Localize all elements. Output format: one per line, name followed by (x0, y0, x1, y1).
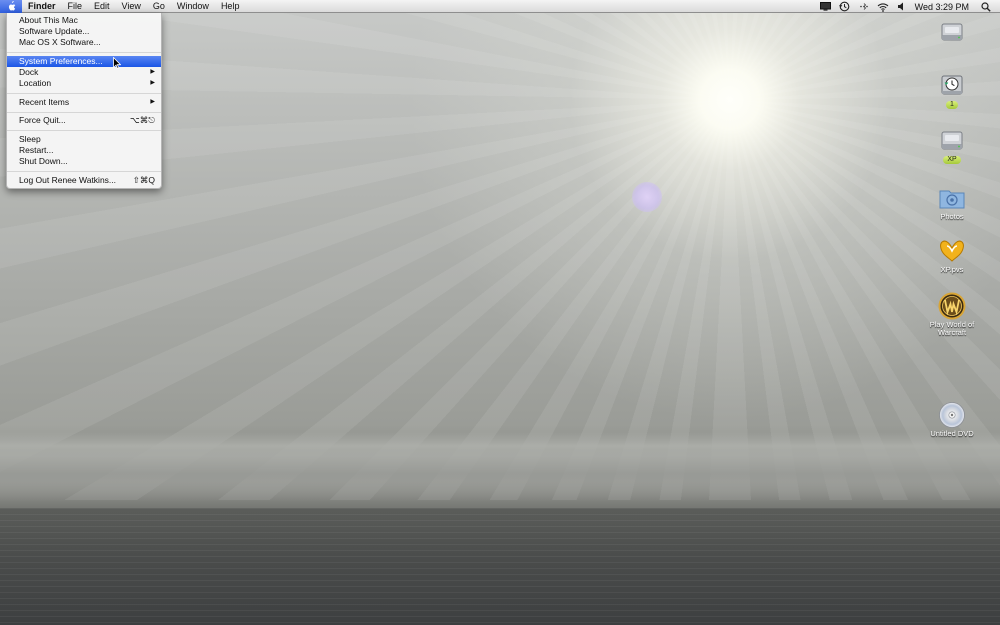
time-machine-drive-icon (938, 72, 966, 100)
cloud-band (0, 432, 1000, 502)
menu-item-label: Dock (19, 67, 39, 77)
menu-item-about-this-mac[interactable]: About This Mac (7, 15, 161, 26)
apple-menu-icon[interactable] (0, 0, 22, 13)
mouse-cursor-icon (113, 57, 121, 69)
hard-drive-icon (938, 18, 966, 46)
photos-folder-icon (938, 184, 966, 212)
menu-finder[interactable]: Finder (22, 0, 62, 13)
display-icon[interactable] (820, 1, 832, 13)
menu-item-label: System Preferences... (19, 56, 103, 66)
menu-item-label: Location (19, 78, 52, 88)
apple-menu-dropdown: About This Mac Software Update... Mac OS… (6, 13, 162, 189)
menu-item-label: Mac OS X Software... (19, 37, 101, 47)
drive-label-badge: XP (943, 156, 961, 164)
desktop-icon-label: Untitled DVD (930, 429, 974, 438)
menu-item-dock[interactable]: Dock ▶ (7, 67, 161, 78)
menu-go[interactable]: Go (147, 0, 171, 13)
desktop-icon-label: XP.pvs (940, 265, 964, 274)
menu-item-recent-items[interactable]: Recent Items ▶ (7, 97, 161, 108)
lens-flare (632, 182, 662, 212)
submenu-arrow-icon: ▶ (150, 80, 155, 86)
desktop-icon-label: Photos (940, 212, 964, 221)
menu-item-mac-os-x-software[interactable]: Mac OS X Software... (7, 37, 161, 48)
menu-bar: Finder File Edit View Go Window Help Wed… (0, 0, 1000, 13)
menu-item-software-update[interactable]: Software Update... (7, 26, 161, 37)
menu-separator (7, 112, 161, 113)
menu-window[interactable]: Window (171, 0, 215, 13)
menu-item-location[interactable]: Location ▶ (7, 78, 161, 89)
desktop-icon-xp-pvs[interactable]: XP.pvs (922, 237, 982, 274)
menu-item-label: Software Update... (19, 26, 90, 36)
menu-help[interactable]: Help (215, 0, 246, 13)
submenu-arrow-icon: ▶ (150, 69, 155, 75)
menu-item-restart[interactable]: Restart... (7, 145, 161, 156)
menu-item-label: Shut Down... (19, 156, 68, 166)
apple-logo-icon (8, 0, 15, 10)
menu-separator (7, 52, 161, 53)
menu-item-label: Sleep (19, 134, 41, 144)
wifi-icon[interactable] (877, 1, 889, 13)
menu-separator (7, 171, 161, 172)
menu-item-label: Log Out Renee Watkins... (19, 175, 117, 185)
menu-item-system-preferences[interactable]: System Preferences... (7, 56, 161, 67)
menu-item-log-out[interactable]: Log Out Renee Watkins... ⇧⌘Q (7, 175, 161, 186)
time-machine-icon[interactable] (839, 1, 851, 13)
menu-separator (7, 93, 161, 94)
drive-label-badge: 1 (946, 101, 958, 109)
desktop-icon-hard-drive[interactable] (922, 18, 982, 46)
menu-item-sleep[interactable]: Sleep (7, 134, 161, 145)
keyboard-shortcut: ⌥⌘⎋ (129, 115, 155, 125)
menu-item-force-quit[interactable]: Force Quit... ⌥⌘⎋ (7, 115, 161, 126)
menu-item-label: Restart... (19, 145, 54, 155)
menu-file[interactable]: File (62, 0, 89, 13)
desktop-icon-time-machine[interactable]: 1 (922, 72, 982, 109)
spotlight-icon[interactable] (980, 1, 992, 13)
sea-waves (0, 508, 1000, 625)
parallels-vm-icon (938, 237, 966, 265)
volume-icon[interactable] (896, 1, 908, 13)
xp-drive-icon (938, 127, 966, 155)
submenu-arrow-icon: ▶ (150, 99, 155, 105)
menu-view[interactable]: View (116, 0, 147, 13)
desktop-icon-xp-drive[interactable]: XP (922, 127, 982, 164)
desktop-icon-label: Play World of Warcraft (929, 320, 975, 337)
keyboard-shortcut: ⇧⌘Q (132, 175, 155, 185)
desktop-icon-untitled-dvd[interactable]: Untitled DVD (922, 401, 982, 438)
dvd-disc-icon (938, 401, 966, 429)
menu-clock[interactable]: Wed 3:29 PM (915, 2, 969, 12)
bluetooth-icon[interactable] (858, 1, 870, 13)
menu-item-label: About This Mac (19, 15, 78, 25)
menu-edit[interactable]: Edit (88, 0, 116, 13)
warcraft-icon (938, 292, 966, 320)
desktop-icon-photos[interactable]: Photos (922, 184, 982, 221)
menu-item-shut-down[interactable]: Shut Down... (7, 156, 161, 167)
menu-item-label: Force Quit... (19, 115, 66, 125)
menu-separator (7, 130, 161, 131)
menu-item-label: Recent Items (19, 97, 70, 107)
desktop-icon-world-of-warcraft[interactable]: Play World of Warcraft (922, 292, 982, 337)
status-area: Wed 3:29 PM (820, 0, 1000, 13)
